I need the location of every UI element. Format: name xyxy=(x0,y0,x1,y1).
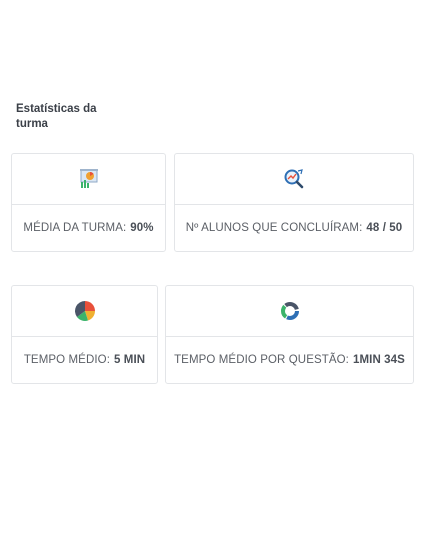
section-title: Estatísticas da turma xyxy=(16,103,97,130)
stat-card-students-completed: Nº ALUNOS QUE CONCLUÍRAM: 48 / 50 xyxy=(174,153,414,252)
pie-chart-icon xyxy=(74,300,96,322)
stat-label: MÉDIA DA TURMA: xyxy=(23,222,127,234)
stat-label: TEMPO MÉDIO POR QUESTÃO: xyxy=(174,354,349,366)
stat-card-average-time: TEMPO MÉDIO: 5 MIN xyxy=(11,285,158,384)
stat-value: 5 MIN xyxy=(114,354,146,366)
magnifier-chart-icon xyxy=(283,168,305,190)
stat-card-class-average: MÉDIA DA TURMA: 90% xyxy=(11,153,166,252)
stat-label: Nº ALUNOS QUE CONCLUÍRAM: xyxy=(185,222,363,234)
stat-value: 48 / 50 xyxy=(366,222,403,234)
stat-value: 1MIN 34S xyxy=(352,354,405,366)
presentation-chart-icon xyxy=(78,168,100,190)
stat-card-time-per-question: TEMPO MÉDIO POR QUESTÃO: 1MIN 34S xyxy=(165,285,414,384)
stat-label: TEMPO MÉDIO: xyxy=(23,354,110,366)
donut-chart-icon xyxy=(279,300,301,322)
stat-value: 90% xyxy=(130,222,154,234)
